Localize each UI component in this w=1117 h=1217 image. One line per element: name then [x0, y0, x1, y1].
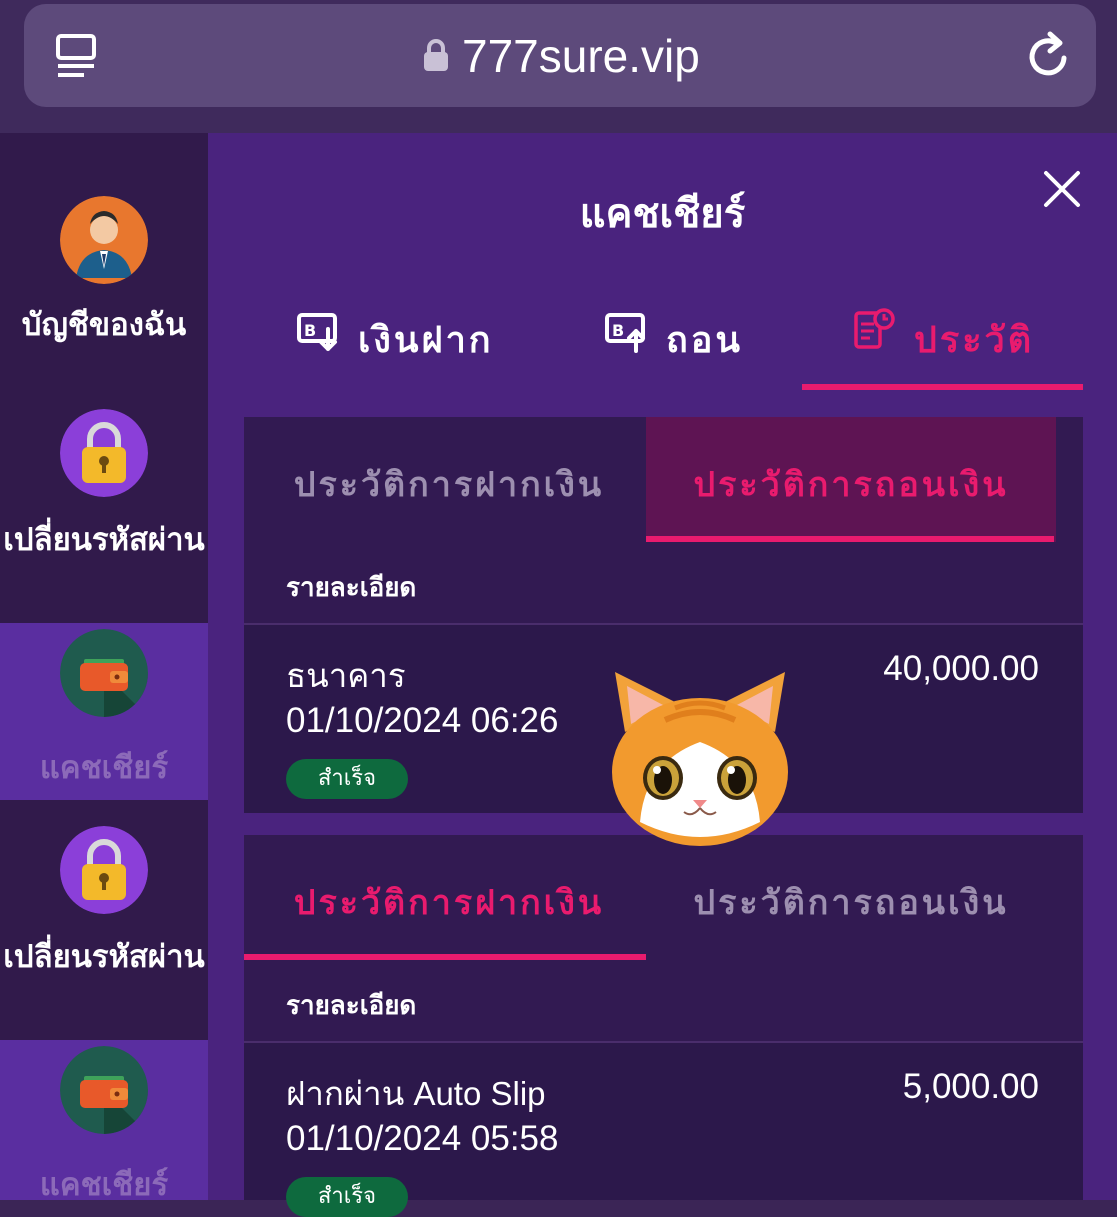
status-badge: สำเร็จ [286, 759, 408, 799]
sidebar-item-change-password[interactable]: เปลี่ยนรหัสผ่าน [0, 383, 208, 623]
padlock-icon [60, 409, 148, 497]
detail-header: รายละเอียด [286, 991, 417, 1021]
subtab-label: ประวัติการฝากเงิน [293, 883, 605, 923]
url-text[interactable]: 777sure.vip [462, 26, 700, 86]
deposit-icon: B [297, 313, 337, 351]
sidebar-item-change-password-2[interactable]: เปลี่ยนรหัสผ่าน [0, 800, 208, 1040]
cat-sticker [612, 672, 788, 846]
browser-toolbar: 777sure.vip [0, 0, 1117, 133]
tab-label: เงินฝาก [358, 320, 494, 361]
transaction-method: ธนาคาร [286, 657, 406, 694]
subtab-withdraw-history[interactable]: ประวัติการถอนเงิน [646, 417, 1056, 542]
subtab-deposit-history[interactable]: ประวัติการฝากเงิน [244, 417, 654, 542]
reload-icon[interactable] [1026, 30, 1072, 80]
transaction-amount: 5,000.00 [902, 1067, 1039, 1106]
status-badge: สำเร็จ [286, 1177, 408, 1217]
tab-history[interactable]: ประวัติ [852, 303, 1032, 393]
deposit-history-card: ประวัติการฝากเงิน ประวัติการถอนเงิน รายล… [244, 835, 1083, 1217]
close-icon[interactable] [1042, 169, 1082, 209]
subtab-withdraw-history[interactable]: ประวัติการถอนเงิน [646, 835, 1056, 960]
tab-withdraw[interactable]: B ถอน [604, 303, 764, 393]
padlock-icon [60, 826, 148, 914]
tab-active-indicator [802, 384, 1083, 390]
withdraw-icon: B [605, 313, 645, 353]
sidebar-item-label: เปลี่ยนรหัสผ่าน [3, 522, 205, 558]
subtab-label: ประวัติการถอนเงิน [693, 465, 1009, 505]
wallet-icon [60, 1046, 148, 1134]
subtab-label: ประวัติการถอนเงิน [693, 883, 1009, 923]
sidebar-item-my-account[interactable]: บัญชีของฉัน [0, 133, 208, 383]
lock-icon [424, 39, 448, 71]
detail-header: รายละเอียด [286, 573, 417, 603]
page-title: แคชเชียร์ [579, 191, 746, 237]
subtab-active-indicator [244, 954, 646, 960]
page-menu-icon[interactable] [54, 32, 98, 80]
subtab-deposit-history[interactable]: ประวัติการฝากเงิน [244, 835, 654, 960]
sidebar-item-cashier-2[interactable]: แคชเชียร์ [0, 1040, 234, 1203]
svg-text:B: B [612, 321, 624, 340]
sidebar-item-label: เปลี่ยนรหัสผ่าน [3, 939, 205, 975]
transaction-row[interactable]: ฝากผ่าน Auto Slip 01/10/2024 05:58 5,000… [244, 1043, 1083, 1217]
subtab-label: ประวัติการฝากเงิน [293, 465, 605, 505]
wallet-icon [60, 629, 148, 717]
transaction-date: 01/10/2024 05:58 [286, 1119, 559, 1158]
tab-deposit[interactable]: B เงินฝาก [296, 303, 516, 393]
transaction-amount: 40,000.00 [883, 649, 1039, 688]
svg-text:B: B [304, 321, 316, 340]
sidebar-item-label: แคชเชียร์ [39, 1167, 169, 1203]
subtab-active-indicator [646, 536, 1054, 542]
cashier-panel: แคชเชียร์ B เงินฝาก B ถอน ประวัติ ประวัต… [208, 133, 1117, 1217]
tab-label: ถอน [666, 320, 744, 361]
sidebar: บัญชีของฉัน เปลี่ยนรหัสผ่าน แคชเชียร์ เป… [0, 133, 234, 1203]
sidebar-item-cashier[interactable]: แคชเชียร์ [0, 623, 234, 800]
address-bar[interactable]: 777sure.vip [24, 4, 1096, 107]
sidebar-item-label: บัญชีของฉัน [21, 307, 187, 343]
sidebar-item-label: แคชเชียร์ [39, 750, 169, 786]
transaction-method: ฝากผ่าน Auto Slip [286, 1075, 546, 1112]
history-icon [854, 308, 895, 349]
user-avatar-icon [60, 196, 148, 284]
transaction-date: 01/10/2024 06:26 [286, 701, 559, 740]
tab-label: ประวัติ [914, 320, 1035, 361]
